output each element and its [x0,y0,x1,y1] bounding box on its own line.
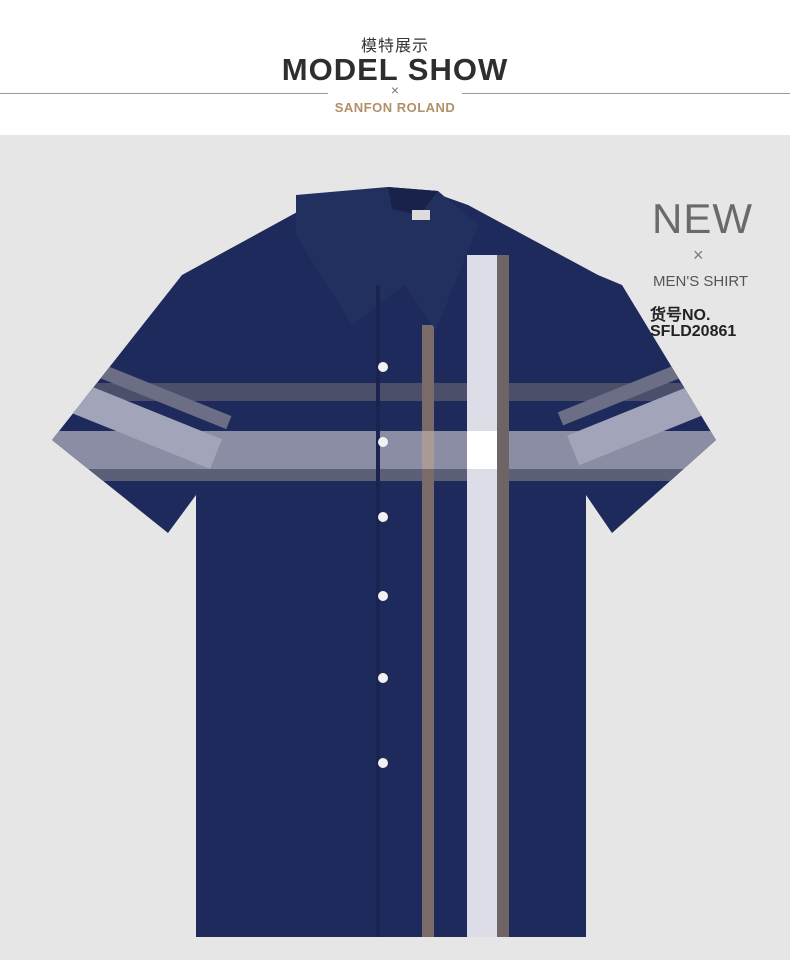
product-category: MEN'S SHIRT [653,273,749,290]
separator-cross: × [693,245,704,265]
page-header: 模特展示 MODEL SHOW × SANFON ROLAND [0,0,790,135]
shirt-image [52,187,716,937]
separator-cross: × [390,82,400,98]
new-label: NEW [652,195,753,242]
brand-name: SANFON ROLAND [334,100,456,115]
sku-label: 货号NO. [650,307,711,324]
product-stage: NEW × MEN'S SHIRT 货号NO. SFLD20861 [0,135,790,960]
sku-number: SFLD20861 [650,323,737,340]
